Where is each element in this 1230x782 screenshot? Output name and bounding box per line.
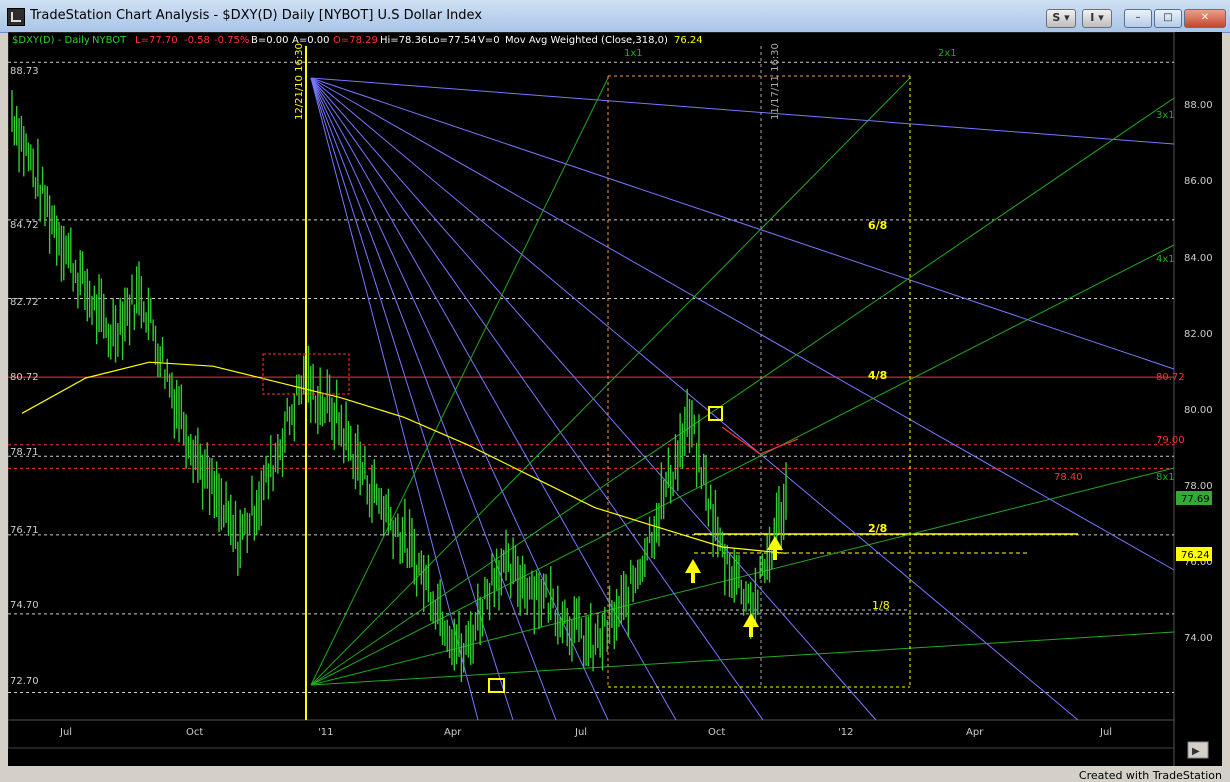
left-level-80-72: 80.72: [10, 372, 39, 383]
red-label-80-72: 80.72: [1156, 372, 1185, 383]
footer-credit: Created with TradeStation: [1078, 769, 1222, 782]
x-tick-apr-1: Apr: [444, 727, 462, 738]
x-tick-jul-1: Jul: [59, 727, 72, 738]
app-icon: [7, 8, 25, 26]
label-2-8: 2/8: [868, 522, 887, 535]
window-titlebar: TradeStation Chart Analysis - $DXY(D) Da…: [0, 0, 1230, 33]
left-level-72-70: 72.70: [10, 676, 39, 687]
left-level-74-70: 74.70: [10, 600, 39, 611]
left-level-88-73: 88.73: [10, 66, 39, 77]
date-line-1-label: 12/21/10 16:30: [294, 43, 305, 120]
right-tick-80: 80.00: [1184, 405, 1213, 416]
status-symbol: $DXY(D) - Daily: [12, 35, 90, 46]
left-level-78-71: 78.71: [10, 447, 39, 458]
status-bid: B=0.00: [251, 35, 289, 46]
label-6-8: 6/8: [868, 219, 887, 232]
right-tick-88: 88.00: [1184, 100, 1213, 111]
label-4-8: 4/8: [868, 369, 887, 382]
x-tick-jul-2: Jul: [574, 727, 587, 738]
status-study-value: 76.24: [674, 35, 703, 46]
right-tick-84: 84.00: [1184, 253, 1213, 264]
status-low: Lo=77.54: [428, 35, 477, 46]
status-change: -0.58: [184, 35, 210, 46]
right-tick-82: 82.00: [1184, 329, 1213, 340]
close-button[interactable]: ✕: [1184, 9, 1226, 28]
right-tick-86: 86.00: [1184, 176, 1213, 187]
right-tick-78: 78.00: [1184, 481, 1213, 492]
x-tick-12: '12: [838, 727, 853, 738]
gann-label-1x1: 1x1: [624, 48, 643, 59]
gann-label-8x1: 8x1: [1156, 472, 1175, 483]
x-tick-jul-3: Jul: [1099, 727, 1112, 738]
price-chart[interactable]: $DXY(D) - Daily NYBOT L=77.70 -0.58 -0.7…: [7, 31, 1222, 766]
right-tick-74: 74.00: [1184, 633, 1213, 644]
left-level-84-72: 84.72: [10, 220, 39, 231]
symbol-menu-button[interactable]: S ▾: [1046, 9, 1076, 28]
status-volume: V=0: [478, 35, 500, 46]
date-line-2-label: 11/17/11 16:30: [770, 43, 781, 120]
status-study: Mov Avg Weighted (Close,318,0): [505, 35, 668, 46]
x-tick-oct-2: Oct: [708, 727, 725, 738]
gann-label-2x1: 2x1: [938, 48, 957, 59]
right-axis: 88.00 86.00 84.00 82.00 80.00 78.00 76.0…: [1184, 100, 1213, 644]
ma-badge: 76.24: [1181, 550, 1210, 561]
left-level-76-71: 76.71: [10, 525, 39, 536]
status-pct: -0.75%: [214, 35, 249, 46]
label-1-8: 1/8: [872, 599, 890, 612]
gann-label-4x1: 4x1: [1156, 254, 1175, 265]
chart-panel[interactable]: $DXY(D) - Daily NYBOT L=77.70 -0.58 -0.7…: [7, 31, 1222, 766]
window-title: TradeStation Chart Analysis - $DXY(D) Da…: [30, 8, 483, 23]
x-tick-11: '11: [318, 727, 333, 738]
left-level-82-72: 82.72: [10, 297, 39, 308]
maximize-button[interactable]: □: [1154, 9, 1182, 28]
status-last: L=77.70: [135, 35, 178, 46]
gann-label-3x1: 3x1: [1156, 110, 1175, 121]
minimize-button[interactable]: –: [1124, 9, 1152, 28]
x-tick-oct-1: Oct: [186, 727, 203, 738]
status-open: O=78.29: [333, 35, 378, 46]
indicator-menu-button[interactable]: I ▾: [1082, 9, 1112, 28]
status-exchange: NYBOT: [92, 35, 127, 46]
scroll-right-icon: ▶: [1192, 746, 1200, 757]
red-label-78-40: 78.40: [1054, 472, 1083, 483]
status-high: Hi=78.36: [380, 35, 427, 46]
red-label-79-00: 79.00: [1156, 435, 1185, 446]
x-tick-apr-2: Apr: [966, 727, 984, 738]
current-price-badge: 77.69: [1181, 494, 1210, 505]
